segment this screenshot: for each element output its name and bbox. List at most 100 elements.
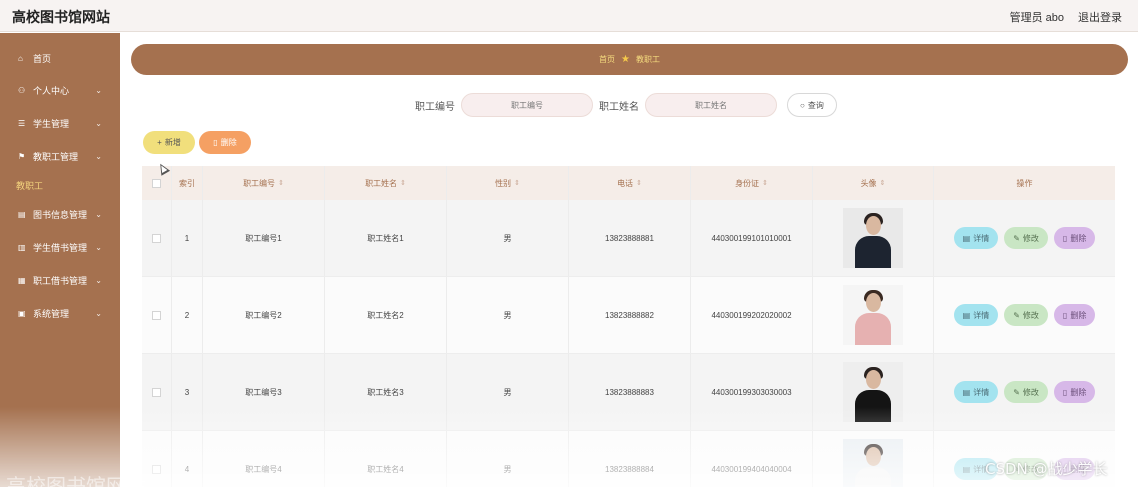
delete-button[interactable]: ▯ 删除 (199, 131, 251, 154)
add-label: 新增 (164, 138, 181, 147)
header-phone[interactable]: 电话 ⇕ (569, 166, 691, 200)
detail-button[interactable]: ▤ 详情 (953, 227, 999, 249)
header-employee-name[interactable]: 职工姓名 ⇕ (325, 166, 447, 200)
remove-button[interactable]: ▯ 删除 (1053, 381, 1096, 403)
checkbox[interactable] (152, 178, 161, 188)
edit-button[interactable]: ✎ 修改 (1004, 227, 1048, 249)
cell-avatar (813, 431, 934, 487)
plus-icon: + (157, 138, 162, 147)
bar-chart-icon: ▥ (18, 242, 26, 252)
employee-no-input[interactable] (461, 93, 593, 117)
document-icon: ▤ (962, 387, 971, 397)
row-select[interactable] (142, 200, 172, 276)
sidebar-item-staff[interactable]: 教职工 (0, 170, 120, 200)
add-button[interactable]: + 新增 (143, 131, 195, 154)
checkbox[interactable] (152, 464, 161, 474)
header-id-card[interactable]: 身份证 ⇕ (691, 166, 813, 200)
sort-icon[interactable]: ⇕ (514, 179, 520, 187)
sidebar: ⌂ 首页 ⚇ 个人中心 ⌄ ☰ 学生管理 ⌄ ⚑ 教职工管理 ⌄ 教职工 ▤ 图… (0, 33, 120, 487)
sort-icon[interactable]: ⇕ (762, 179, 768, 187)
sort-icon[interactable]: ⇕ (880, 179, 886, 187)
edit-button[interactable]: ✎ 修改 (1004, 381, 1048, 403)
remove-label: 删除 (1070, 310, 1087, 320)
breadcrumb-home[interactable]: 首页 (599, 54, 615, 65)
trash-icon: ▯ (1062, 310, 1068, 320)
remove-label: 删除 (1070, 233, 1087, 243)
cell-avatar (813, 200, 934, 276)
sidebar-item-personal-center[interactable]: ⚇ 个人中心 ⌄ (0, 75, 120, 105)
sidebar-item-label: 个人中心 (33, 85, 70, 96)
detail-label: 详情 (973, 233, 990, 243)
row-select[interactable] (142, 354, 172, 430)
sidebar-item-student-mgmt[interactable]: ☰ 学生管理 ⌄ (0, 108, 120, 138)
checkbox[interactable] (152, 387, 161, 397)
cell-phone: 13823888883 (569, 354, 691, 430)
sidebar-item-home[interactable]: ⌂ 首页 (0, 43, 120, 73)
chevron-down-icon: ⌄ (95, 275, 102, 285)
watermark-csdn: CSDN @战少学长 (985, 460, 1108, 478)
header-index: 索引 (172, 166, 203, 200)
sidebar-item-staff-mgmt[interactable]: ⚑ 教职工管理 ⌄ (0, 141, 120, 171)
watermark-site-title: 高校图书馆网站 (6, 474, 146, 487)
employee-no-label: 职工编号 (415, 101, 455, 113)
sidebar-item-label: 系统管理 (33, 308, 70, 319)
star-icon: ★ (621, 54, 630, 65)
checkbox[interactable] (152, 310, 161, 320)
employee-name-label: 职工姓名 (599, 101, 639, 113)
admin-label[interactable]: 管理员 abo (1010, 9, 1064, 25)
remove-button[interactable]: ▯ 删除 (1053, 227, 1096, 249)
table-row: 4 职工编号4 职工姓名4 男 13823888884 440300199404… (142, 431, 1115, 487)
employee-name-input[interactable] (645, 93, 777, 117)
sort-icon[interactable]: ⇕ (400, 179, 406, 187)
breadcrumb: 首页 ★ 教职工 (131, 44, 1128, 75)
cell-gender: 男 (447, 200, 569, 276)
remove-button[interactable]: ▯ 删除 (1053, 304, 1096, 326)
cell-gender: 男 (447, 431, 569, 487)
header-label: 身份证 (735, 178, 760, 188)
header-employee-no[interactable]: 职工编号 ⇕ (203, 166, 325, 200)
detail-label: 详情 (973, 387, 990, 397)
trash-icon: ▯ (213, 138, 218, 147)
cell-gender: 男 (447, 354, 569, 430)
avatar (843, 439, 903, 487)
table-row: 3 职工编号3 职工姓名3 男 13823888883 440300199303… (142, 354, 1115, 431)
sort-icon[interactable]: ⇕ (278, 179, 284, 187)
row-select[interactable] (142, 431, 172, 487)
sidebar-item-system[interactable]: ▣ 系统管理 ⌄ (0, 298, 120, 328)
chevron-down-icon: ⌄ (95, 209, 102, 219)
edit-button[interactable]: ✎ 修改 (1004, 304, 1048, 326)
cell-employee-name: 职工姓名3 (325, 354, 447, 430)
header-index-label: 索引 (179, 178, 195, 188)
cell-id-card: 440300199202020002 (691, 277, 813, 353)
checkbox[interactable] (152, 233, 161, 243)
sidebar-item-staff-borrow[interactable]: ▦ 职工借书管理 ⌄ (0, 265, 120, 295)
settings-icon: ▣ (18, 308, 26, 318)
query-label: 查询 (807, 100, 824, 110)
trash-icon: ▯ (1062, 387, 1068, 397)
cell-index: 2 (172, 277, 203, 353)
detail-button[interactable]: ▤ 详情 (953, 381, 999, 403)
pencil-icon: ✎ (1013, 387, 1020, 397)
sort-icon[interactable]: ⇕ (636, 179, 642, 187)
edit-label: 修改 (1022, 233, 1039, 243)
document-icon: ▤ (962, 233, 971, 243)
header-gender[interactable]: 性别 ⇕ (447, 166, 569, 200)
sidebar-item-book-info[interactable]: ▤ 图书信息管理 ⌄ (0, 199, 120, 229)
detail-button[interactable]: ▤ 详情 (953, 304, 999, 326)
home-icon: ⌂ (18, 53, 23, 63)
pencil-icon: ✎ (1013, 310, 1020, 320)
cell-employee-name: 职工姓名1 (325, 200, 447, 276)
cell-actions: ▤ 详情 ✎ 修改 ▯ 删除 (934, 277, 1115, 353)
header-avatar[interactable]: 头像 ⇕ (813, 166, 934, 200)
sidebar-item-label: 职工借书管理 (33, 275, 88, 286)
row-select[interactable] (142, 277, 172, 353)
staff-table: 索引 职工编号 ⇕ 职工姓名 ⇕ 性别 ⇕ 电话 ⇕ 身份证 ⇕ 头像 ⇕ 操作 1 职工编… (142, 166, 1115, 487)
query-button[interactable]: ○ 查询 (787, 93, 837, 117)
sidebar-item-student-borrow[interactable]: ▥ 学生借书管理 ⌄ (0, 232, 120, 262)
cell-avatar (813, 277, 934, 353)
detail-label: 详情 (973, 310, 990, 320)
logout-button[interactable]: 退出登录 (1078, 9, 1122, 25)
cell-index: 1 (172, 200, 203, 276)
avatar (843, 362, 903, 422)
header-label: 操作 (1016, 178, 1033, 188)
